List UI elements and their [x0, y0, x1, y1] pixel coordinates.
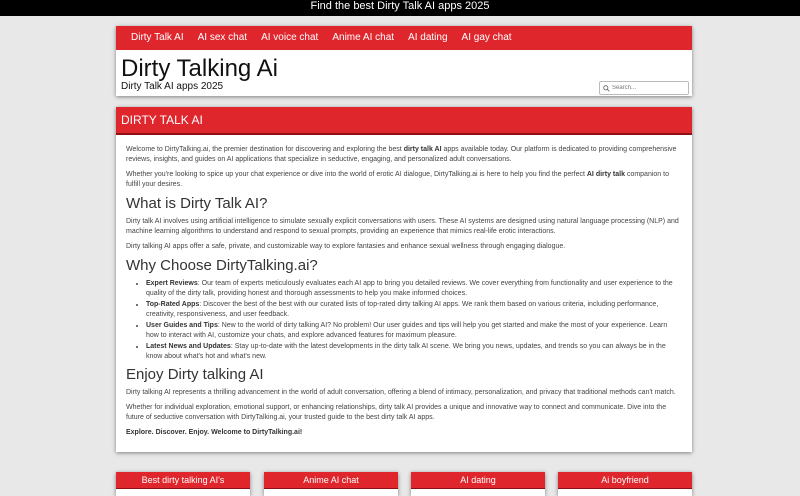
nav-ai-sex-chat[interactable]: AI sex chat	[191, 26, 254, 50]
nav-ai-dating[interactable]: AI dating	[401, 26, 454, 50]
search-icon	[603, 84, 610, 92]
search-box[interactable]	[599, 81, 689, 95]
main-nav: Dirty Talk AI AI sex chat AI voice chat …	[116, 26, 692, 50]
closing-line: Explore. Discover. Enjoy. Welcome to Dir…	[126, 429, 303, 436]
card-best-dirty-talking-ai[interactable]: Best dirty talking AI's	[116, 472, 250, 496]
heading-what-is: What is Dirty Talk AI?	[126, 195, 268, 212]
nav-ai-voice-chat[interactable]: AI voice chat	[254, 26, 325, 50]
site-title[interactable]: Dirty Talking Ai	[121, 55, 278, 83]
heading-why-choose: Why Choose DirtyTalking.ai?	[126, 257, 318, 274]
nav-ai-gay-chat[interactable]: AI gay chat	[455, 26, 519, 50]
main-heading: DIRTY TALK AI	[116, 107, 692, 135]
list-item: Expert Reviews: Our team of experts meti…	[146, 279, 682, 299]
card-title[interactable]: Anime AI chat	[264, 472, 398, 489]
enjoy-paragraph-2: Whether for individual exploration, emot…	[126, 404, 667, 421]
card-title[interactable]: AI dating	[411, 472, 545, 489]
intro-paragraph-2: Whether you're looking to spice up your …	[126, 171, 669, 188]
enjoy-paragraph-1: Dirty talking AI represents a thrilling …	[126, 389, 676, 396]
article-body: Welcome to DirtyTalking.ai, the premier …	[116, 135, 692, 438]
card-anime-ai-chat[interactable]: Anime AI chat	[264, 472, 398, 496]
site-tagline: Dirty Talk AI apps 2025	[121, 81, 224, 92]
list-item: User Guides and Tips: New to the world o…	[146, 321, 682, 341]
top-banner: Find the best Dirty Talk AI apps 2025	[0, 0, 800, 16]
why-list: Expert Reviews: Our team of experts meti…	[126, 279, 682, 362]
intro-paragraph-1: Welcome to DirtyTalking.ai, the premier …	[126, 146, 677, 163]
search-input[interactable]	[612, 85, 682, 91]
card-title[interactable]: Ai boyfriend	[558, 472, 692, 489]
category-cards: Best dirty talking AI's Anime AI chat AI…	[116, 472, 692, 496]
list-item: Top-Rated Apps: Discover the best of the…	[146, 300, 682, 320]
nav-anime-ai-chat[interactable]: Anime AI chat	[325, 26, 401, 50]
card-ai-boyfriend[interactable]: Ai boyfriend	[558, 472, 692, 496]
card-title[interactable]: Best dirty talking AI's	[116, 472, 250, 489]
site-header: Dirty Talk AI AI sex chat AI voice chat …	[116, 26, 692, 96]
what-paragraph-1: Dirty talk AI involves using artificial …	[126, 218, 679, 235]
card-ai-dating[interactable]: AI dating	[411, 472, 545, 496]
what-paragraph-2: Dirty talking AI apps offer a safe, priv…	[126, 243, 566, 250]
heading-enjoy: Enjoy Dirty talking AI	[126, 366, 264, 383]
nav-dirty-talk-ai[interactable]: Dirty Talk AI	[124, 26, 191, 50]
main-content-card: DIRTY TALK AI Welcome to DirtyTalking.ai…	[116, 107, 692, 452]
list-item: Latest News and Updates: Stay up-to-date…	[146, 342, 682, 362]
